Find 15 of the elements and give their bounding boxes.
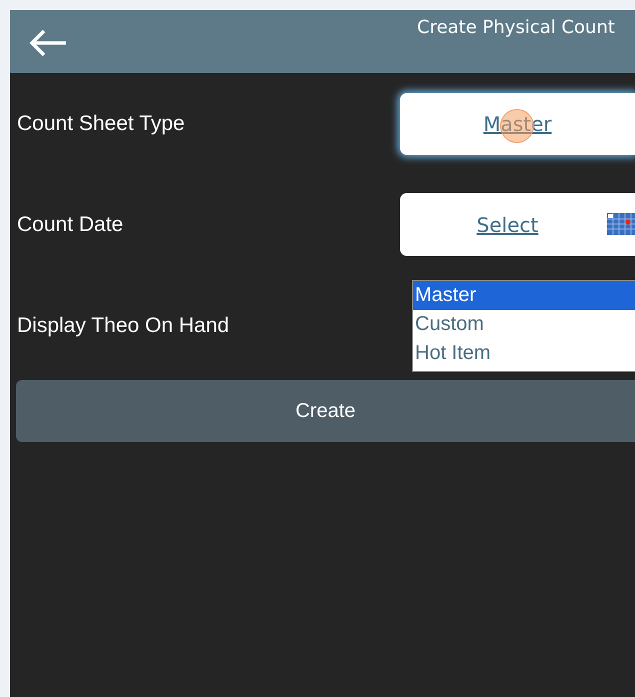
date-field[interactable]: Select bbox=[400, 193, 635, 256]
page-title: Create Physical Count bbox=[417, 16, 615, 40]
list-option[interactable]: Custom bbox=[413, 310, 635, 339]
back-arrow-icon bbox=[28, 28, 68, 58]
create-button[interactable]: Create bbox=[16, 380, 635, 442]
field-label: Count Date bbox=[16, 212, 124, 238]
value-link[interactable]: Master bbox=[483, 109, 552, 139]
calendar-icon[interactable] bbox=[607, 213, 635, 235]
list-box[interactable]: Master Custom Hot Item bbox=[412, 280, 635, 372]
field-label: Count Sheet Type bbox=[16, 111, 186, 138]
list-option[interactable]: Master bbox=[413, 281, 635, 310]
field-label: Display Theo On Hand bbox=[16, 313, 230, 340]
select-field[interactable]: Master bbox=[400, 93, 635, 155]
value-link[interactable]: Select bbox=[476, 210, 538, 240]
list-option[interactable]: Hot Item bbox=[413, 339, 635, 368]
